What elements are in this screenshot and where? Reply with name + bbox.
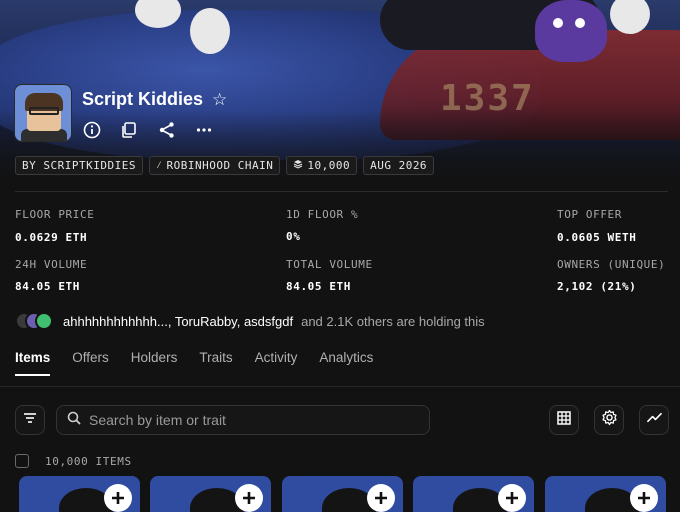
holder-avatar	[35, 312, 53, 330]
banner-fade	[0, 110, 680, 190]
collection-tags: BY SCRIPTKIDDIES ⁄ ROBINHOOD CHAIN 10,00…	[15, 156, 435, 175]
holders-others: and 2.1K others are holding this	[301, 313, 485, 329]
holders-summary[interactable]: ahhhhhhhhhhhh..., ToruRabby, asdsfgdf an…	[15, 311, 485, 331]
tab-activity[interactable]: Activity	[255, 350, 298, 376]
info-icon[interactable]	[82, 120, 102, 140]
favorite-star-icon[interactable]: ☆	[212, 90, 227, 110]
tab-analytics[interactable]: Analytics	[319, 350, 373, 376]
collection-title: Script Kiddies	[82, 89, 204, 109]
tag-label: ROBINHOOD CHAIN	[166, 159, 274, 172]
item-card[interactable]	[19, 476, 140, 512]
holder-avatars	[15, 312, 55, 330]
filter-icon	[22, 410, 38, 431]
select-all-checkbox[interactable]	[15, 454, 29, 468]
collection-tabs: Items Offers Holders Traits Activity Ana…	[15, 350, 395, 376]
tag-label: 10,000	[307, 159, 351, 172]
add-to-cart-icon[interactable]	[104, 484, 132, 512]
item-card[interactable]	[150, 476, 271, 512]
search-icon	[67, 411, 81, 430]
avatar-glasses	[29, 107, 59, 115]
item-card[interactable]	[413, 476, 534, 512]
stat-value: 0.0605 WETH	[557, 231, 637, 244]
item-card[interactable]	[545, 476, 666, 512]
copy-icon[interactable]	[119, 120, 139, 140]
tag-supply[interactable]: 10,000	[286, 156, 358, 175]
stat-value: 84.05 ETH	[15, 280, 81, 293]
search-input[interactable]	[89, 412, 409, 428]
stat-value: 84.05 ETH	[286, 280, 352, 293]
stat-label: OWNERS (UNIQUE)	[557, 258, 666, 271]
more-options-icon[interactable]	[194, 120, 214, 140]
banner-monster	[535, 0, 607, 62]
item-card[interactable]	[282, 476, 403, 512]
tab-holders[interactable]: Holders	[131, 350, 178, 376]
divider	[15, 191, 668, 192]
trend-chart-icon	[646, 409, 663, 431]
tag-label: BY SCRIPTKIDDIES	[22, 159, 136, 172]
items-count: 10,000 ITEMS	[45, 455, 132, 468]
stat-value: 2,102 (21%)	[557, 280, 637, 293]
share-icon[interactable]	[157, 120, 177, 140]
add-to-cart-icon[interactable]	[367, 484, 395, 512]
stat-label: TOTAL VOLUME	[286, 258, 373, 271]
tag-creator[interactable]: BY SCRIPTKIDDIES	[15, 156, 143, 175]
stat-value: 0.0629 ETH	[15, 231, 88, 244]
stat-label: 24H VOLUME	[15, 258, 88, 271]
search-box[interactable]	[56, 405, 430, 435]
add-to-cart-icon[interactable]	[235, 484, 263, 512]
analytics-chart-button[interactable]	[639, 405, 669, 435]
filter-button[interactable]	[15, 405, 45, 435]
gear-icon	[601, 409, 618, 431]
layers-icon	[293, 157, 303, 174]
tab-traits[interactable]: Traits	[199, 350, 232, 376]
add-to-cart-icon[interactable]	[630, 484, 658, 512]
grid-icon	[556, 410, 572, 431]
stat-label: 1D FLOOR %	[286, 208, 359, 221]
holder-names[interactable]: ahhhhhhhhhhhh..., ToruRabby, asdsfgdf	[63, 314, 293, 329]
stat-label: TOP OFFER	[557, 208, 623, 221]
grid-view-button[interactable]	[549, 405, 579, 435]
add-to-cart-icon[interactable]	[498, 484, 526, 512]
tab-offers[interactable]: Offers	[72, 350, 109, 376]
banner-shoe	[610, 0, 650, 34]
feather-icon: ⁄	[155, 160, 163, 171]
stat-label: FLOOR PRICE	[15, 208, 95, 221]
banner-shoe	[190, 8, 230, 54]
collection-avatar	[14, 84, 72, 142]
stat-value: 0%	[286, 230, 301, 243]
settings-button[interactable]	[594, 405, 624, 435]
tab-items[interactable]: Items	[15, 350, 51, 376]
tag-date: AUG 2026	[363, 156, 435, 175]
tag-label: AUG 2026	[370, 159, 428, 172]
tag-chain[interactable]: ⁄ ROBINHOOD CHAIN	[148, 156, 281, 175]
tabs-divider	[0, 386, 680, 387]
